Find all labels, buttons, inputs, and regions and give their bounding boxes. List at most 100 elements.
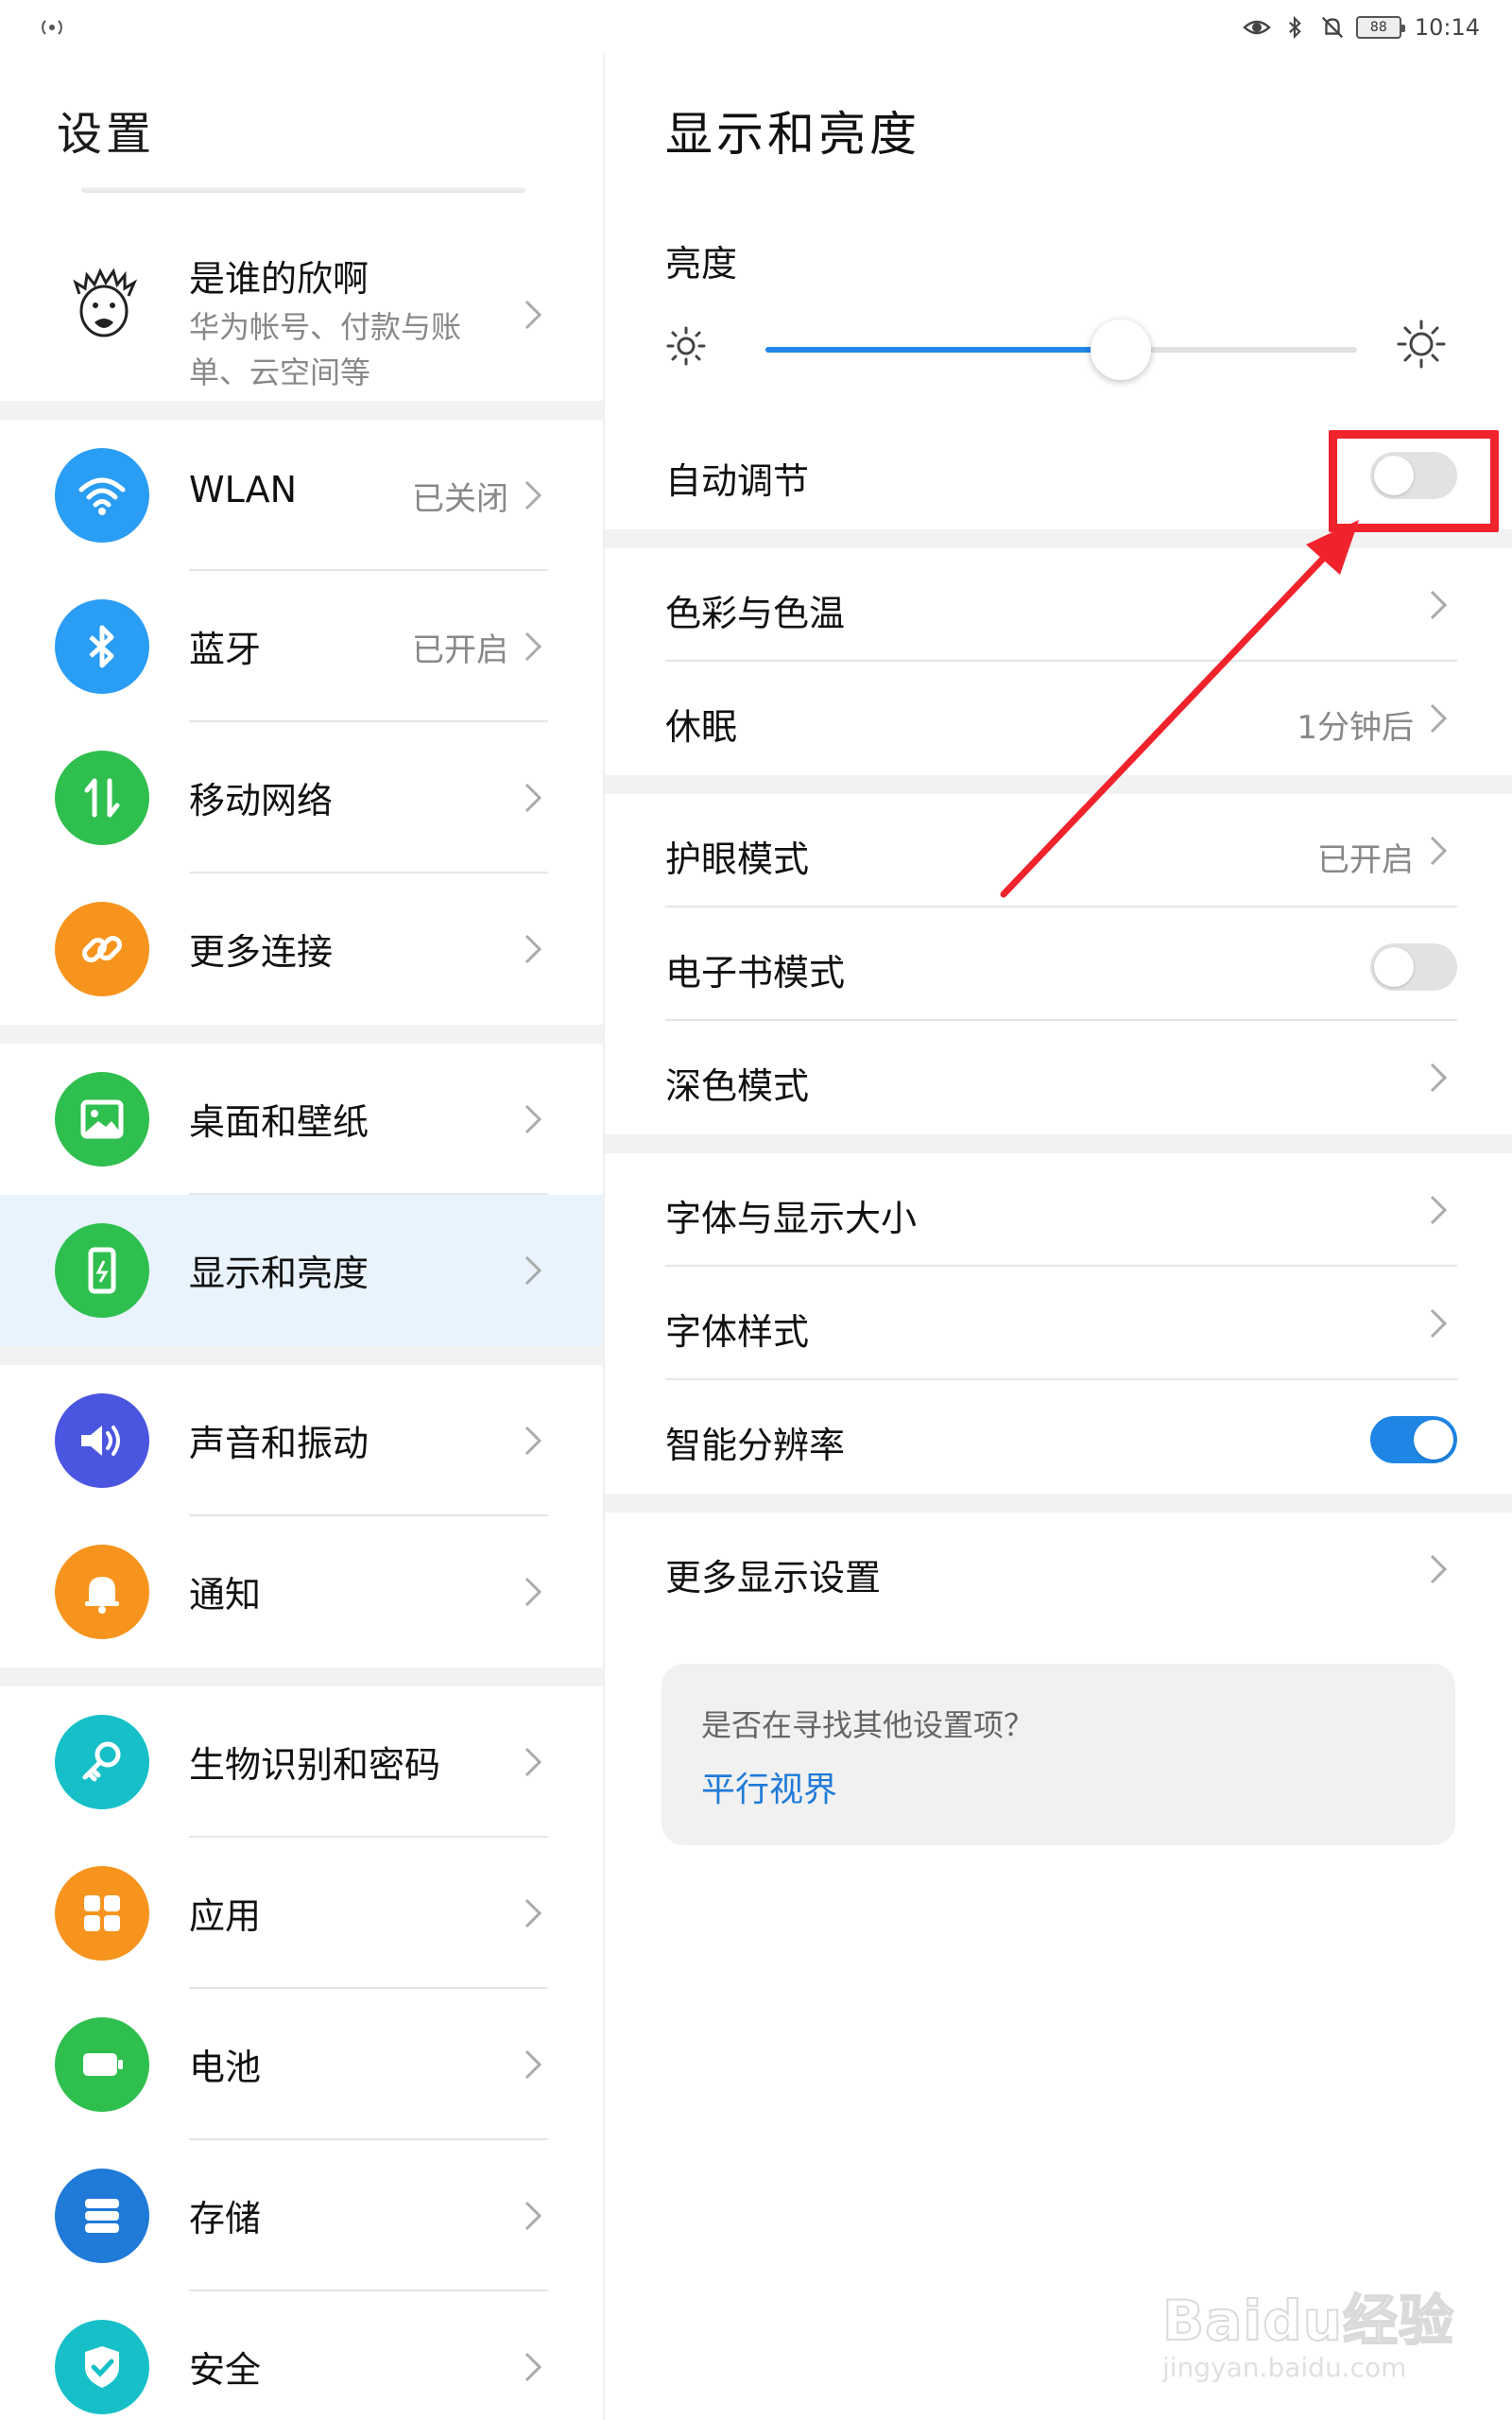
key-icon <box>55 1715 149 1809</box>
brightness-slider-thumb[interactable] <box>1090 320 1151 380</box>
chevron-right-icon <box>1429 1553 1448 1585</box>
brightness-slider-fill <box>765 347 1121 353</box>
chevron-right-icon <box>1429 1062 1448 1094</box>
link-icon <box>55 902 149 996</box>
sidebar-item-label: 声音和振动 <box>189 1423 369 1464</box>
sidebar-item-wallpaper[interactable]: 桌面和壁纸 <box>0 1044 603 1195</box>
chevron-right-icon <box>524 479 542 511</box>
sidebar-item-label: 移动网络 <box>189 780 334 821</box>
chevron-right-icon <box>524 1425 542 1457</box>
sound-icon <box>55 1393 149 1488</box>
toggle-knob <box>1374 947 1414 987</box>
watermark-logo: Baidu经验 jingyan.baidu.com <box>1153 2250 1474 2392</box>
dark-mode-row[interactable]: 深色模式 <box>605 1021 1512 1134</box>
auto-adjust-label: 自动调节 <box>665 460 810 502</box>
sleep-label: 休眠 <box>665 706 738 748</box>
sidebar-item-sound[interactable]: 声音和振动 <box>0 1365 603 1516</box>
search-bar-edge[interactable] <box>81 187 525 193</box>
apps-icon <box>55 1866 149 1961</box>
group-divider <box>0 401 603 420</box>
chevron-right-icon <box>524 1746 542 1778</box>
mute-icon <box>1318 13 1347 42</box>
chevron-right-icon <box>524 631 542 663</box>
more-display-settings-label: 更多显示设置 <box>665 1557 882 1599</box>
status-bar: 88 10:14 <box>0 0 1512 55</box>
color-temperature-label: 色彩与色温 <box>665 593 846 634</box>
suggestion-card: 是否在寻找其他设置项？ 平行视界 <box>662 1664 1455 1845</box>
brightness-high-icon <box>1397 320 1446 369</box>
sidebar-item-label: 存储 <box>189 2198 262 2239</box>
sidebar-item-label: 通知 <box>189 1574 262 1616</box>
brightness-low-icon <box>665 325 707 367</box>
smart-resolution-toggle[interactable] <box>1370 1416 1457 1463</box>
sidebar-item-biometrics[interactable]: 生物识别和密码 <box>0 1686 603 1838</box>
watermark-url: jingyan.baidu.com <box>1162 2352 1407 2383</box>
account-row[interactable]: 是谁的欣啊 华为帐号、付款与账单、云空间等 <box>0 223 603 401</box>
sidebar-item-label: 显示和亮度 <box>189 1253 369 1294</box>
suggestion-link[interactable]: 平行视界 <box>701 1762 837 1811</box>
brightness-label: 亮度 <box>665 243 738 285</box>
smart-resolution-row[interactable]: 智能分辨率 <box>605 1380 1512 1494</box>
sidebar-item-value: 已关闭 <box>412 480 508 518</box>
ebook-mode-toggle[interactable] <box>1370 943 1457 991</box>
sidebar-item-label: WLAN <box>189 469 298 510</box>
ebook-mode-label: 电子书模式 <box>665 952 846 994</box>
avatar <box>66 266 142 341</box>
font-style-label: 字体样式 <box>665 1311 810 1353</box>
annotation-arrow <box>1000 520 1359 898</box>
group-divider <box>0 1025 603 1044</box>
chevron-right-icon <box>524 2048 542 2081</box>
eye-comfort-label: 护眼模式 <box>665 838 810 880</box>
group-divider <box>0 1346 603 1365</box>
group-divider <box>0 1668 603 1686</box>
clock: 10:14 <box>1414 14 1480 41</box>
chevron-right-icon <box>1429 1194 1448 1226</box>
shield-icon <box>55 2320 149 2414</box>
font-display-size-label: 字体与显示大小 <box>665 1198 918 1239</box>
sidebar-item-notifications[interactable]: 通知 <box>0 1516 603 1668</box>
sidebar-item-label: 电池 <box>189 2047 262 2088</box>
hotspot-icon <box>38 16 66 39</box>
sidebar-item-security[interactable]: 安全 <box>0 2291 603 2420</box>
sidebar-item-label: 蓝牙 <box>189 629 262 670</box>
sidebar-item-display[interactable]: 显示和亮度 <box>0 1195 603 1346</box>
display-brightness-panel: 显示和亮度 亮度 自动调节 色彩与色温 休眠 1分钟后 护眼模式 已开启 电子书… <box>605 55 1512 2420</box>
chevron-right-icon <box>524 2200 542 2232</box>
mobile-data-icon <box>55 751 149 845</box>
sidebar-item-wlan[interactable]: WLAN 已关闭 <box>0 420 603 571</box>
sidebar-item-mobile-network[interactable]: 移动网络 <box>0 722 603 873</box>
font-style-row[interactable]: 字体样式 <box>605 1267 1512 1380</box>
eye-comfort-icon <box>1242 13 1271 42</box>
brightness-slider[interactable] <box>765 320 1357 380</box>
sidebar-item-bluetooth[interactable]: 蓝牙 已开启 <box>0 571 603 722</box>
toggle-knob <box>1414 1420 1453 1460</box>
display-icon <box>55 1223 149 1318</box>
more-display-settings-row[interactable]: 更多显示设置 <box>605 1512 1512 1626</box>
detail-title: 显示和亮度 <box>665 107 920 162</box>
chevron-right-icon <box>524 1576 542 1608</box>
bluetooth-icon <box>1280 13 1309 42</box>
smart-resolution-label: 智能分辨率 <box>665 1425 846 1466</box>
bluetooth-icon <box>55 599 149 694</box>
sidebar-item-label: 生物识别和密码 <box>189 1744 441 1786</box>
account-subtitle: 华为帐号、付款与账单、云空间等 <box>189 309 462 390</box>
chevron-right-icon <box>524 1103 542 1135</box>
chevron-right-icon <box>1429 835 1448 867</box>
sidebar-item-storage[interactable]: 存储 <box>0 2140 603 2291</box>
group-divider <box>605 1494 1512 1512</box>
group-divider <box>605 1134 1512 1153</box>
page-title: 设置 <box>57 108 156 161</box>
sidebar-item-value: 已开启 <box>412 631 508 669</box>
chevron-right-icon <box>524 782 542 814</box>
sidebar-item-more-connections[interactable]: 更多连接 <box>0 873 603 1025</box>
chevron-right-icon <box>524 299 542 331</box>
sidebar-item-apps[interactable]: 应用 <box>0 1838 603 1989</box>
font-display-size-row[interactable]: 字体与显示大小 <box>605 1153 1512 1267</box>
chevron-right-icon <box>1429 702 1448 735</box>
chevron-right-icon <box>524 1897 542 1929</box>
storage-icon <box>55 2169 149 2263</box>
chevron-right-icon <box>1429 589 1448 621</box>
sidebar-item-battery[interactable]: 电池 <box>0 1989 603 2140</box>
sidebar-item-label: 安全 <box>189 2349 262 2391</box>
chevron-right-icon <box>1429 1307 1448 1340</box>
